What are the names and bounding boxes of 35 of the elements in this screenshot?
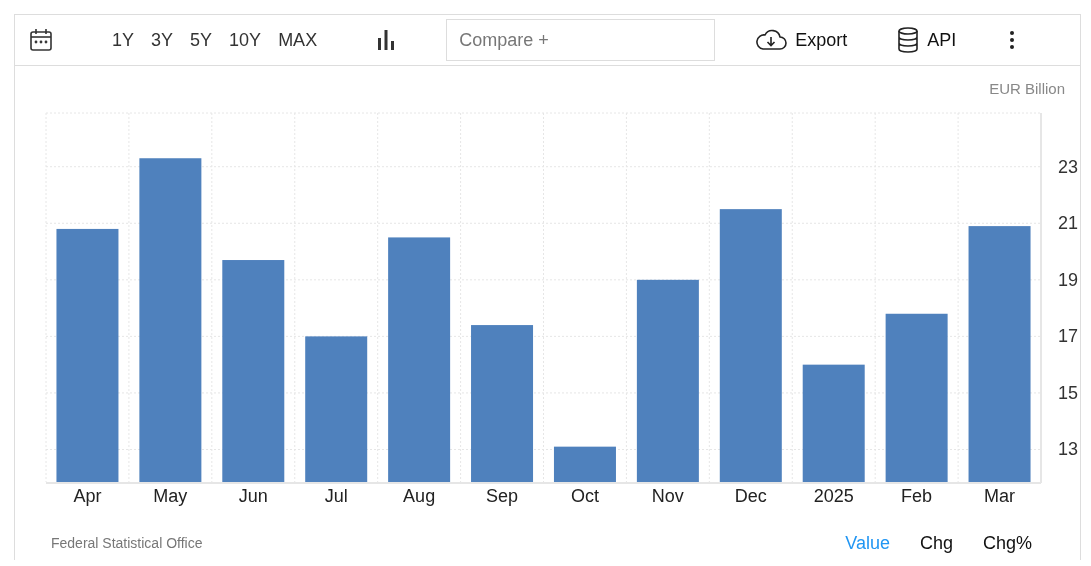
source-text: Federal Statistical Office	[51, 533, 203, 553]
y-axis-label: 19	[1058, 269, 1079, 290]
x-axis-label: Feb	[901, 486, 933, 506]
x-axis-label: Jun	[238, 486, 268, 506]
y-axis-label: 15	[1058, 382, 1079, 403]
y-axis-label: 23	[1058, 156, 1079, 177]
x-axis-label: Apr	[73, 486, 102, 506]
x-axis-label: Oct	[570, 486, 599, 506]
bar-chart-icon[interactable]	[376, 30, 397, 50]
more-icon[interactable]	[1009, 30, 1016, 50]
y-axis-label: 21	[1058, 213, 1079, 234]
x-axis-label: Mar	[984, 486, 1016, 506]
x-axis-label: Nov	[651, 486, 684, 506]
calendar-icon[interactable]	[29, 28, 53, 52]
y-axis-label: 17	[1058, 326, 1079, 347]
range-button[interactable]: 1Y	[108, 26, 139, 54]
compare-field[interactable]: Compare +	[446, 19, 716, 61]
x-axis-label: May	[153, 486, 188, 506]
x-axis-label: Aug	[403, 486, 436, 506]
api-button[interactable]: API	[897, 26, 957, 54]
view-tab[interactable]: Chg%	[982, 529, 1032, 557]
x-axis-label: 2025	[813, 486, 854, 506]
export-button[interactable]: Export	[755, 26, 848, 54]
cloud-download-icon	[755, 29, 788, 51]
database-icon	[897, 27, 920, 53]
range-button[interactable]: 10Y	[225, 26, 266, 54]
x-axis-label: Jul	[324, 486, 348, 506]
range-button[interactable]: 5Y	[186, 26, 217, 54]
range-button[interactable]: 3Y	[147, 26, 178, 54]
unit-label: EUR Billion	[989, 80, 1065, 97]
view-tab[interactable]: Chg	[919, 529, 953, 557]
x-axis-label: Sep	[486, 486, 519, 506]
y-axis-label: 13	[1058, 439, 1079, 460]
x-axis-label: Dec	[734, 486, 767, 506]
range-button[interactable]: MAX	[274, 26, 322, 54]
